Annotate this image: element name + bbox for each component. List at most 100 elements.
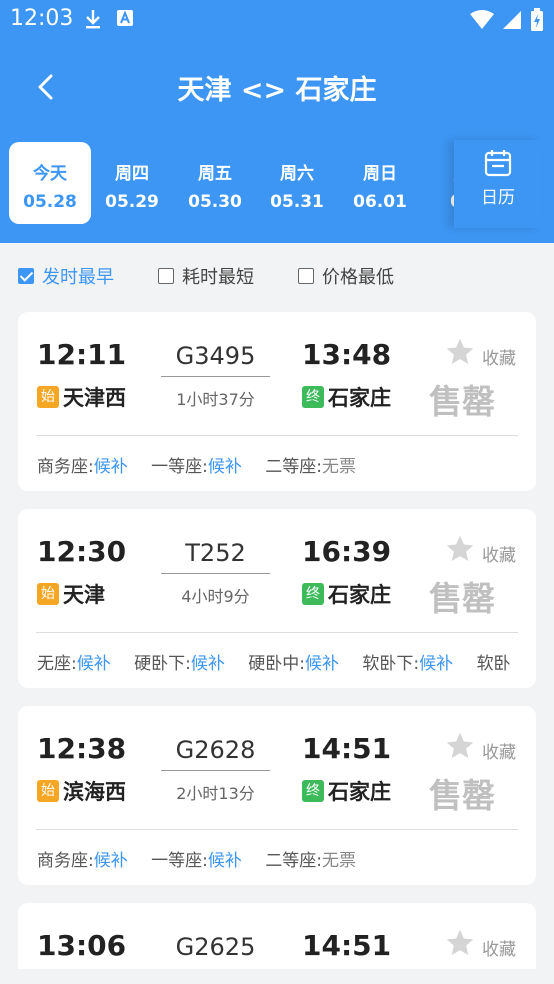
star-icon[interactable] bbox=[444, 336, 476, 372]
filter-cheapest[interactable]: 价格最低 bbox=[298, 263, 394, 289]
seat-status: 候补 bbox=[190, 654, 225, 674]
train-code: G2628 bbox=[175, 736, 256, 764]
end-tag: 终 bbox=[302, 583, 324, 605]
filter-earliest[interactable]: 发时最早 bbox=[18, 263, 114, 289]
star-icon[interactable] bbox=[444, 533, 476, 569]
favorite-label[interactable]: 收藏 bbox=[482, 541, 516, 566]
seat-item: 二等座:无票 bbox=[265, 457, 356, 477]
departure-station: 始 天津 bbox=[37, 579, 105, 609]
seat-item[interactable]: 商务座:候补 bbox=[37, 851, 128, 871]
date-tab-date: 06.01 bbox=[353, 192, 407, 212]
date-tab-today[interactable]: 今天 05.28 bbox=[9, 142, 91, 224]
seat-status: 候补 bbox=[76, 654, 111, 674]
date-tab-fri[interactable]: 周五 05.30 bbox=[174, 142, 256, 224]
seat-item[interactable]: 硬卧下:候补 bbox=[134, 654, 225, 674]
start-tag: 始 bbox=[37, 780, 59, 802]
star-icon[interactable] bbox=[444, 927, 476, 963]
train-card[interactable]: 13:06 G2625 14:51 收藏 bbox=[18, 903, 536, 969]
seat-status: 候补 bbox=[305, 654, 340, 674]
filter-label: 耗时最短 bbox=[182, 267, 254, 288]
seat-type: 硬卧下: bbox=[134, 654, 191, 674]
favorite-label[interactable]: 收藏 bbox=[482, 935, 516, 960]
favorite-label[interactable]: 收藏 bbox=[482, 344, 516, 369]
seat-status: 候补 bbox=[207, 457, 242, 477]
seat-type: 硬卧中: bbox=[248, 654, 306, 674]
arrival-station: 终 石家庄 bbox=[302, 776, 391, 806]
date-tab-day: 周四 bbox=[115, 164, 149, 184]
seat-item: 二等座:无票 bbox=[265, 851, 356, 871]
filter-shortest[interactable]: 耗时最短 bbox=[158, 263, 254, 289]
departure-time: 13:06 bbox=[37, 929, 127, 962]
seat-type: 商务座: bbox=[37, 851, 94, 871]
departure-time: 12:30 bbox=[37, 535, 127, 568]
favorite-label[interactable]: 收藏 bbox=[482, 738, 516, 763]
seat-type: 二等座: bbox=[265, 457, 323, 477]
checkbox-icon[interactable] bbox=[298, 268, 314, 284]
divider bbox=[36, 829, 518, 830]
seat-availability: 商务座:候补 一等座:候补 二等座:无票 bbox=[37, 452, 526, 477]
seat-item[interactable]: 软卧 bbox=[477, 654, 511, 674]
seat-type: 二等座: bbox=[265, 851, 323, 871]
date-tab-day: 周六 bbox=[280, 164, 314, 184]
seat-type: 一等座: bbox=[151, 851, 208, 871]
filter-label: 价格最低 bbox=[322, 267, 394, 288]
page-title: 天津 <> 石家庄 bbox=[177, 75, 377, 106]
arrival-station: 终 石家庄 bbox=[302, 579, 391, 609]
date-tab-day: 周五 bbox=[198, 164, 232, 184]
date-tab-day: 今天 bbox=[33, 164, 67, 184]
train-code: T252 bbox=[185, 539, 246, 567]
app-notification-icon bbox=[116, 8, 134, 34]
date-tabs: 今天 05.28 周四 05.29 周五 05.30 周六 05.31 周日 0… bbox=[0, 140, 454, 228]
status-time: 12:03 bbox=[10, 6, 74, 31]
departure-station-name: 天津 bbox=[63, 583, 105, 607]
checkbox-checked-icon[interactable] bbox=[18, 268, 34, 284]
date-tab-date: 05.29 bbox=[105, 192, 159, 212]
date-tab-thu[interactable]: 周四 05.29 bbox=[91, 142, 173, 224]
seat-status: 无票 bbox=[322, 457, 357, 477]
start-tag: 始 bbox=[37, 583, 59, 605]
date-tab-day: 周日 bbox=[363, 164, 397, 184]
seat-availability: 无座:候补 硬卧下:候补 硬卧中:候补 软卧下:候补 软卧 bbox=[37, 649, 526, 674]
calendar-button[interactable]: 日历 bbox=[454, 140, 542, 228]
seat-type: 软卧下: bbox=[362, 654, 420, 674]
departure-station-name: 天津西 bbox=[63, 386, 126, 410]
date-tab-mon[interactable]: 周 06 bbox=[421, 142, 454, 224]
seat-item[interactable]: 软卧下:候补 bbox=[362, 654, 453, 674]
seat-item[interactable]: 一等座:候补 bbox=[151, 851, 242, 871]
star-icon[interactable] bbox=[444, 730, 476, 766]
date-tab-sat[interactable]: 周六 05.31 bbox=[256, 142, 338, 224]
arrival-time: 14:51 bbox=[302, 732, 392, 765]
seat-item[interactable]: 无座:候补 bbox=[37, 654, 111, 674]
train-code: G3495 bbox=[175, 342, 256, 370]
arrival-station-name: 石家庄 bbox=[328, 780, 391, 804]
date-tab-sun[interactable]: 周日 06.01 bbox=[339, 142, 421, 224]
start-tag: 始 bbox=[37, 386, 59, 408]
seat-type: 软卧 bbox=[476, 654, 511, 674]
battery-icon bbox=[530, 8, 544, 36]
arrival-station-name: 石家庄 bbox=[328, 583, 391, 607]
sort-filters: 发时最早 耗时最短 价格最低 bbox=[0, 243, 554, 309]
train-card[interactable]: 12:38 始 滨海西 G2628 2小时13分 14:51 终 石家庄 收藏 … bbox=[18, 706, 536, 885]
header: 12:03 天津 <> 石家庄 今天 05.28 周四 05.29 周五 05.… bbox=[0, 0, 554, 243]
seat-status: 候补 bbox=[93, 457, 128, 477]
seat-item[interactable]: 硬卧中:候补 bbox=[248, 654, 339, 674]
date-tab-day: 周 bbox=[421, 159, 455, 184]
seat-type: 无座: bbox=[37, 654, 77, 674]
train-card[interactable]: 12:11 始 天津西 G3495 1小时37分 13:48 终 石家庄 收藏 … bbox=[18, 312, 536, 491]
departure-station: 始 滨海西 bbox=[37, 776, 126, 806]
arrival-station: 终 石家庄 bbox=[302, 382, 391, 412]
seat-item[interactable]: 一等座:候补 bbox=[151, 457, 242, 477]
wifi-icon bbox=[470, 10, 494, 34]
departure-time: 12:38 bbox=[37, 732, 127, 765]
calendar-label: 日历 bbox=[481, 188, 515, 208]
filter-label: 发时最早 bbox=[42, 267, 114, 288]
divider bbox=[36, 632, 518, 633]
train-card[interactable]: 12:30 始 天津 T252 4小时9分 16:39 终 石家庄 收藏 售罄 … bbox=[18, 509, 536, 688]
seat-status: 候补 bbox=[419, 654, 454, 674]
arrival-time: 16:39 bbox=[302, 535, 392, 568]
train-code: G2625 bbox=[175, 933, 256, 961]
checkbox-icon[interactable] bbox=[158, 268, 174, 284]
seat-item[interactable]: 商务座:候补 bbox=[37, 457, 128, 477]
signal-icon bbox=[502, 10, 522, 34]
seat-status: 候补 bbox=[93, 851, 128, 871]
